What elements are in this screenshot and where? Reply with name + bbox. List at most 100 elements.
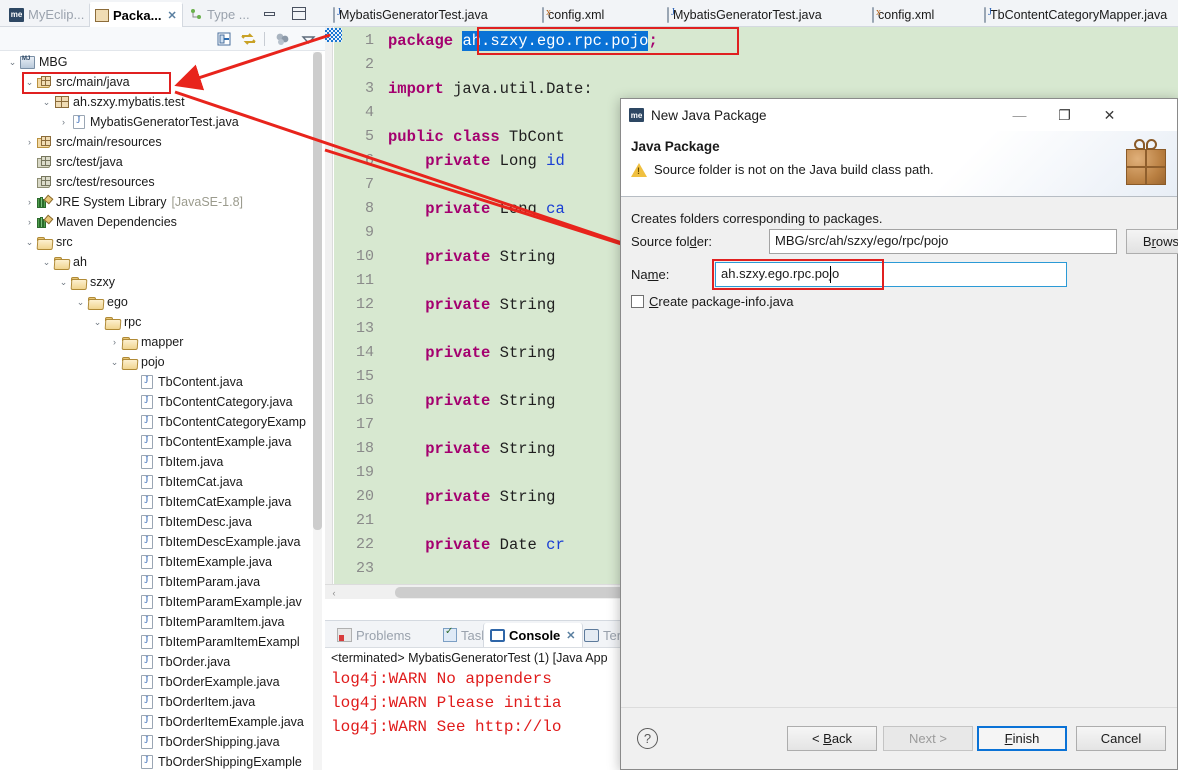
tree-item-tborderexample-java[interactable]: TbOrderExample.java — [0, 672, 317, 692]
tree-item-tbcontentcategoryexamp[interactable]: TbContentCategoryExamp — [0, 412, 317, 432]
selected-package-text[interactable]: ah.szxy.ego.rpc.pojo — [462, 31, 649, 51]
chevron-right-icon[interactable]: › — [108, 332, 121, 352]
chevron-down-icon[interactable]: ⌄ — [91, 312, 104, 332]
chevron-down-icon[interactable]: ⌄ — [40, 252, 53, 272]
tree-item-tbitemdesc-java[interactable]: TbItemDesc.java — [0, 512, 317, 532]
tree-item-tbitemparamexample-jav[interactable]: TbItemParamExample.jav — [0, 592, 317, 612]
view-tab-type-hierarchy[interactable]: Type ... — [185, 2, 255, 27]
tree-item-tbitemcatexample-java[interactable]: TbItemCatExample.java — [0, 492, 317, 512]
editor-tab-1[interactable]: config.xml — [538, 3, 608, 27]
tree-item-tbitemparam-java[interactable]: TbItemParam.java — [0, 572, 317, 592]
dialog-minimize-icon[interactable]: — — [997, 99, 1042, 131]
chevron-down-icon[interactable]: ⌄ — [6, 52, 19, 72]
back-button[interactable]: < Back — [787, 726, 877, 751]
chevron-down-icon[interactable]: ⌄ — [23, 72, 36, 92]
tree-item-tbordershipping-java[interactable]: TbOrderShipping.java — [0, 732, 317, 752]
view-menu-icon[interactable] — [274, 31, 291, 48]
java-file-icon — [138, 654, 155, 670]
tree-item-src-main-java[interactable]: ⌄ src/main/java — [0, 72, 317, 92]
tree-item-tbitemparamitem-java[interactable]: TbItemParamItem.java — [0, 612, 317, 632]
tree-item-mybatisgeneratortest-java[interactable]: › MybatisGeneratorTest.java — [0, 112, 317, 132]
editor-gutter[interactable] — [325, 27, 333, 599]
dialog-close-icon[interactable]: ✕ — [1087, 99, 1132, 131]
finish-button[interactable]: Finish — [977, 726, 1067, 751]
tree-item-tbitemparamitemexampl[interactable]: TbItemParamItemExampl — [0, 632, 317, 652]
tree-item-src-test-resources[interactable]: src/test/resources — [0, 172, 317, 192]
folder-icon — [87, 294, 104, 310]
minimize-icon[interactable] — [262, 6, 278, 22]
collapse-all-icon[interactable] — [216, 31, 233, 48]
editor-tab-3[interactable]: config.xml — [868, 3, 938, 27]
tree-item-ah[interactable]: ⌄ ah — [0, 252, 317, 272]
tab-problems[interactable]: Problems — [331, 623, 417, 647]
close-icon[interactable]: ✕ — [167, 9, 176, 22]
code-field: ca — [546, 200, 565, 218]
back-button-label: < Back — [811, 731, 853, 746]
tree-item-tbitemcat-java[interactable]: TbItemCat.java — [0, 472, 317, 492]
editor-tab-4[interactable]: TbContentCategoryMapper.java — [980, 3, 1171, 27]
tree-item-tbcontent-java[interactable]: TbContent.java — [0, 372, 317, 392]
chevron-right-icon[interactable]: › — [23, 192, 36, 212]
tree-item-tbitemexample-java[interactable]: TbItemExample.java — [0, 552, 317, 572]
cancel-button[interactable]: Cancel — [1076, 726, 1166, 751]
code-line[interactable]: package ah.szxy.ego.rpc.pojo; — [380, 29, 1178, 53]
tree-item-szxy[interactable]: ⌄ szxy — [0, 272, 317, 292]
link-with-editor-icon[interactable] — [240, 31, 257, 48]
tree-item-pojo[interactable]: ⌄ pojo — [0, 352, 317, 372]
tree-item-tbitemdescexample-java[interactable]: TbItemDescExample.java — [0, 532, 317, 552]
scroll-left-icon[interactable]: ‹ — [327, 586, 341, 599]
chevron-down-icon[interactable]: ⌄ — [23, 232, 36, 252]
browse-button[interactable]: Browse... — [1126, 229, 1178, 254]
tree-item-label: JRE System Library — [56, 195, 167, 209]
code-line[interactable] — [380, 53, 1178, 77]
create-package-info-row[interactable]: Create package-info.java — [631, 294, 794, 309]
view-tab-myeclipse[interactable]: me MyEclip... — [4, 2, 89, 27]
editor-tabbar: MybatisGeneratorTest.java config.xml Mybat… — [325, 0, 1178, 27]
tree-item-label: szxy — [90, 275, 115, 289]
help-button[interactable]: ? — [637, 728, 658, 749]
chevron-down-icon[interactable]: ⌄ — [57, 272, 70, 292]
tree-item-tbcontentexample-java[interactable]: TbContentExample.java — [0, 432, 317, 452]
chevron-down-icon[interactable]: ⌄ — [40, 92, 53, 112]
create-package-info-checkbox[interactable] — [631, 295, 644, 308]
chevron-down-icon[interactable]: ⌄ — [108, 352, 121, 372]
tree-vertical-scrollbar[interactable] — [313, 52, 322, 770]
tree-item-tborderitemexample-java[interactable]: TbOrderItemExample.java — [0, 712, 317, 732]
chevron-right-icon[interactable]: › — [23, 212, 36, 232]
tree-item-maven-dependencies[interactable]: › Maven Dependencies — [0, 212, 317, 232]
tree-item-rpc[interactable]: ⌄ rpc — [0, 312, 317, 332]
chevron-down-icon[interactable]: ⌄ — [74, 292, 87, 312]
dialog-maximize-icon[interactable]: ❐ — [1042, 99, 1087, 131]
tree-item-tbordershippingexample[interactable]: TbOrderShippingExample — [0, 752, 317, 770]
tree-item-ah-szxy-mybatis-test[interactable]: ⌄ ah.szxy.mybatis.test — [0, 92, 317, 112]
tree-item-jre-system-library[interactable]: › JRE System Library [JavaSE-1.8] — [0, 192, 317, 212]
view-chevron-icon[interactable] — [300, 31, 317, 48]
editor-tab-2[interactable]: MybatisGeneratorTest.java — [663, 3, 826, 27]
line-number: 21 — [355, 512, 374, 529]
view-tab-label: Type ... — [207, 7, 250, 22]
tree-item-src-main-resources[interactable]: › src/main/resources — [0, 132, 317, 152]
tree-item-tbcontentcategory-java[interactable]: TbContentCategory.java — [0, 392, 317, 412]
package-name-input[interactable]: ah.szxy.ego.rpc.pojo — [715, 262, 1067, 287]
view-tab-package-explorer[interactable]: Packa... ✕ — [89, 2, 183, 27]
maximize-icon[interactable] — [292, 6, 308, 22]
editor-tab-0[interactable]: MybatisGeneratorTest.java — [329, 3, 492, 27]
tree-item-tborderitem-java[interactable]: TbOrderItem.java — [0, 692, 317, 712]
tab-console[interactable]: Console ✕ — [483, 623, 583, 647]
chevron-right-icon — [125, 752, 138, 770]
source-folder-input[interactable]: MBG/src/ah/szxy/ego/rpc/pojo — [769, 229, 1117, 254]
tree-item-tborder-java[interactable]: TbOrder.java — [0, 652, 317, 672]
scrollbar-thumb[interactable] — [313, 52, 322, 530]
line-number: 19 — [355, 464, 374, 481]
new-java-package-dialog[interactable]: me New Java Package — ❐ ✕ Java Package S… — [620, 98, 1178, 770]
tree-item-mbg[interactable]: ⌄ MBG — [0, 52, 317, 72]
chevron-right-icon[interactable]: › — [23, 132, 36, 152]
tree-item-src-test-java[interactable]: src/test/java — [0, 152, 317, 172]
tree-item-tbitem-java[interactable]: TbItem.java — [0, 452, 317, 472]
tree-item-ego[interactable]: ⌄ ego — [0, 292, 317, 312]
tree-item-src[interactable]: ⌄ src — [0, 232, 317, 252]
project-tree[interactable]: ⌄MBG⌄src/main/java⌄ah.szxy.mybatis.test›… — [0, 52, 317, 770]
chevron-right-icon[interactable]: › — [57, 112, 70, 132]
close-icon[interactable]: ✕ — [566, 629, 575, 642]
tree-item-mapper[interactable]: › mapper — [0, 332, 317, 352]
